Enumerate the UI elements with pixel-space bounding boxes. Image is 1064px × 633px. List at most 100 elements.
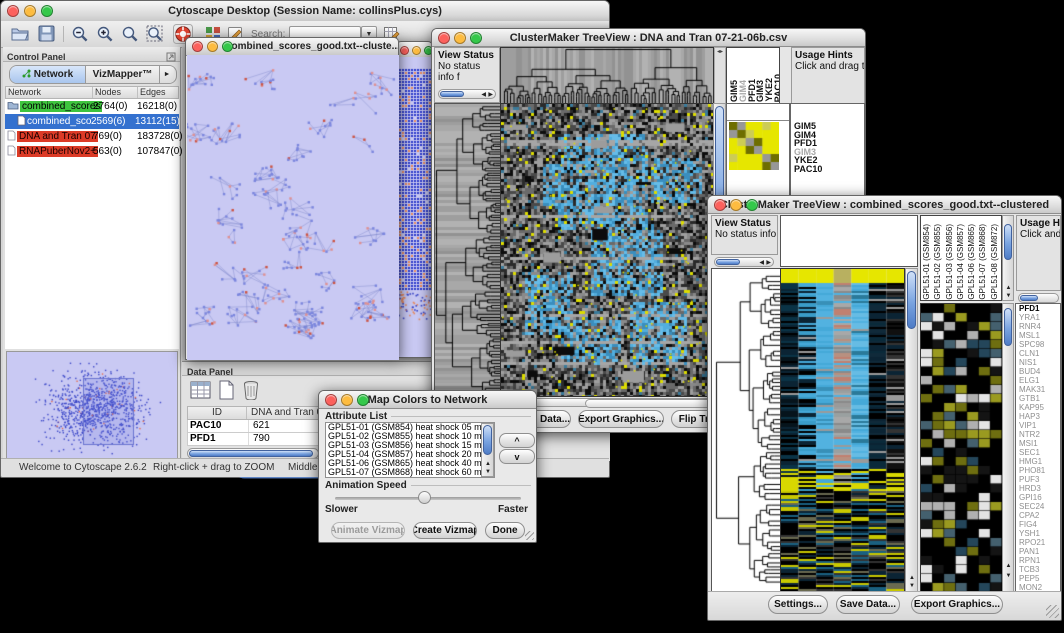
zoom-button[interactable] [41, 5, 53, 17]
export-graphics-button[interactable]: Export Graphics... [578, 410, 664, 428]
dialog-titlebar[interactable]: Map Colors to Network [319, 391, 536, 409]
gene-label[interactable]: MSI1 [1016, 439, 1060, 448]
gene-label[interactable]: FIG4 [1016, 520, 1060, 529]
zoom-matrix-view[interactable] [729, 122, 779, 170]
view-status-scrollbar[interactable]: ◀▶ [438, 89, 496, 99]
gene-label[interactable]: PEP5 [1016, 574, 1060, 583]
animate-vizmap-button[interactable]: Animate Vizmap [331, 522, 405, 539]
attribute-list-scrollbar[interactable]: ▲▼ [481, 423, 494, 477]
gene-label[interactable]: VIP1 [1016, 421, 1060, 430]
tab-more-arrow[interactable]: ► [160, 66, 174, 83]
gene-label[interactable]: GTB1 [1016, 394, 1060, 403]
gene-label[interactable]: KAP95 [1016, 403, 1060, 412]
row-label[interactable]: PAC10 [791, 165, 864, 174]
tab-vizmapper[interactable]: VizMapper™ [86, 66, 160, 83]
attribute-list-item[interactable]: GPL51-07 (GSM868) heat shock 60 min [326, 468, 494, 477]
heatmap-global-view[interactable] [500, 103, 714, 397]
zoom-in-icon[interactable] [96, 25, 114, 48]
column-header-network[interactable]: Network [6, 87, 93, 98]
row-dendrogram[interactable] [711, 268, 781, 592]
gene-label[interactable]: ELG1 [1016, 376, 1060, 385]
gene-label[interactable]: HRD3 [1016, 484, 1060, 493]
network-tree-row-selected[interactable]: combined_sco 2569(6) 13112(15) [5, 114, 179, 129]
animation-speed-slider-thumb[interactable] [418, 491, 431, 504]
zoom-button[interactable] [357, 394, 369, 406]
gene-label[interactable]: PAN1 [1016, 547, 1060, 556]
network-tree-row[interactable]: combined_scores 2764(0) 16218(0) [5, 99, 179, 114]
zoom-out-icon[interactable] [71, 25, 89, 48]
gene-label[interactable]: PFD1 [1016, 304, 1060, 313]
gene-label[interactable]: MSL1 [1016, 331, 1060, 340]
resize-grip[interactable] [1046, 605, 1059, 618]
gene-label[interactable]: NTR2 [1016, 430, 1060, 439]
heatmap-global-view[interactable] [780, 268, 905, 592]
gene-label[interactable]: HMG1 [1016, 457, 1060, 466]
resize-grip[interactable] [525, 531, 534, 540]
save-icon[interactable] [38, 25, 55, 47]
save-data-button[interactable]: Save Data... [836, 595, 900, 614]
minimize-button[interactable] [454, 32, 466, 44]
treeview1-titlebar[interactable]: ClusterMaker TreeView : DNA and Tran 07-… [432, 29, 865, 47]
gene-label[interactable]: CPA2 [1016, 511, 1060, 520]
close-button[interactable] [438, 32, 450, 44]
gene-label[interactable]: NIS1 [1016, 358, 1060, 367]
minimize-button[interactable] [207, 41, 218, 52]
gene-label[interactable]: TCB3 [1016, 565, 1060, 574]
minimize-button[interactable] [341, 394, 353, 406]
treeview2-titlebar[interactable]: ClusterMaker TreeView : combined_scores_… [708, 196, 1061, 214]
row-dendrogram[interactable] [434, 103, 501, 397]
gene-label[interactable]: YSH1 [1016, 529, 1060, 538]
column-labels-scrollbar[interactable]: ▲▼ [1002, 215, 1014, 301]
gene-label[interactable]: BUD4 [1016, 367, 1060, 376]
background-network-view[interactable] [398, 57, 432, 357]
gene-label[interactable]: HAP3 [1016, 412, 1060, 421]
heatmap-zoom-view[interactable] [920, 303, 1003, 593]
dendrogram-spreader[interactable]: ◂▸ [714, 47, 726, 104]
zoom-button[interactable] [746, 199, 758, 211]
view-status-scrollbar[interactable]: ◀▶ [714, 257, 774, 267]
close-button[interactable] [7, 5, 19, 17]
data-column-id[interactable]: ID [188, 407, 247, 419]
open-file-icon[interactable] [11, 25, 30, 47]
gene-label[interactable]: GPI16 [1016, 493, 1060, 502]
minimize-button[interactable] [412, 46, 421, 55]
export-graphics-button[interactable]: Export Graphics... [911, 595, 1003, 614]
gene-label[interactable]: PHO81 [1016, 466, 1060, 475]
minimize-button[interactable] [24, 5, 36, 17]
minimize-button[interactable] [730, 199, 742, 211]
gene-label[interactable]: PUF3 [1016, 475, 1060, 484]
close-button[interactable] [714, 199, 726, 211]
close-button[interactable] [400, 46, 409, 55]
zoom-vscrollbar[interactable]: ▲▼ [1002, 303, 1014, 592]
select-attributes-icon[interactable] [190, 380, 212, 405]
network-tree-row[interactable]: RNAPuberNov2+ 563(0) 107847(0) [5, 144, 179, 159]
main-titlebar[interactable]: Cytoscape Desktop (Session Name: collins… [1, 1, 609, 22]
zoom-button[interactable] [470, 32, 482, 44]
network-tree-row[interactable]: DNA and Tran 07 769(0) 183728(0) [5, 129, 179, 144]
column-dendrogram[interactable] [500, 47, 714, 104]
tab-network[interactable]: Network [10, 66, 86, 83]
gene-label[interactable]: SPC98 [1016, 340, 1060, 349]
gene-label[interactable]: RPN1 [1016, 556, 1060, 565]
zoom-button[interactable] [222, 41, 233, 52]
usage-hints-scrollbar[interactable] [1018, 293, 1059, 303]
close-button[interactable] [192, 41, 203, 52]
gene-label[interactable]: MAK31 [1016, 385, 1060, 394]
global-vscrollbar[interactable]: ▲▼ [905, 268, 918, 592]
create-vizmap-button[interactable]: Create Vizmap [413, 522, 477, 539]
column-header-edges[interactable]: Edges [138, 87, 166, 98]
settings-button[interactable]: Settings... [768, 595, 828, 614]
column-header-nodes[interactable]: Nodes [93, 87, 138, 98]
background-window-titlebar[interactable] [397, 42, 432, 58]
zoom-selected-icon[interactable] [146, 25, 164, 48]
gene-label[interactable]: SEC1 [1016, 448, 1060, 457]
gene-label[interactable]: SEC24 [1016, 502, 1060, 511]
gene-label[interactable]: CLN1 [1016, 349, 1060, 358]
gene-label[interactable]: RNR4 [1016, 322, 1060, 331]
move-up-button[interactable]: ^ [499, 433, 535, 448]
done-button[interactable]: Done [485, 522, 525, 539]
new-attribute-icon[interactable] [218, 380, 236, 405]
trash-icon[interactable] [242, 379, 260, 405]
birdseye-view[interactable] [6, 351, 178, 461]
network-view-canvas[interactable] [187, 55, 399, 360]
